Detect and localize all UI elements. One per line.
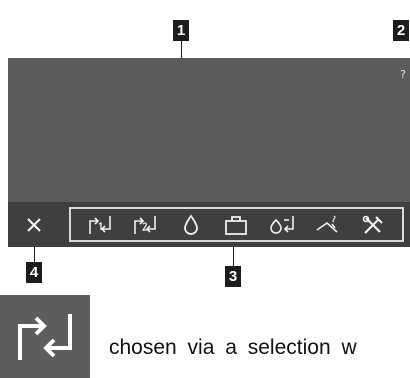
ramp-icon [316,215,338,233]
display-area: ? [8,58,410,202]
swap-icon-large [0,295,90,378]
callout-line-4 [34,247,35,263]
toolbar [69,207,404,242]
caption-text: chosen via a selection w [109,336,357,359]
callout-line-3 [233,247,234,267]
swap-1-icon [88,215,111,234]
toolbar-toolbox-button[interactable] [221,210,251,240]
bottom-bar [8,202,410,247]
help-button[interactable]: ? [400,68,406,81]
toolbar-swap-2-button[interactable] [130,210,160,240]
toolbar-drop-swap-button[interactable] [267,210,297,240]
drop-swap-icon [270,215,294,234]
toolbar-swap-1-button[interactable] [85,210,115,240]
toolbar-tools-button[interactable] [358,210,388,240]
drop-icon [184,213,198,235]
toolbar-ramp-button[interactable] [313,210,343,240]
tools-icon [362,215,383,234]
swap-icon [18,313,72,360]
swap-2-icon [134,215,157,234]
close-icon [27,217,41,232]
callout-marker-3: 3 [225,266,241,287]
callout-marker-1: 1 [173,20,189,41]
callout-marker-4: 4 [26,262,42,283]
toolbar-drop-button[interactable] [176,210,206,240]
toolbox-icon [225,215,248,235]
close-button[interactable] [8,202,60,247]
callout-marker-2: 2 [393,20,409,41]
